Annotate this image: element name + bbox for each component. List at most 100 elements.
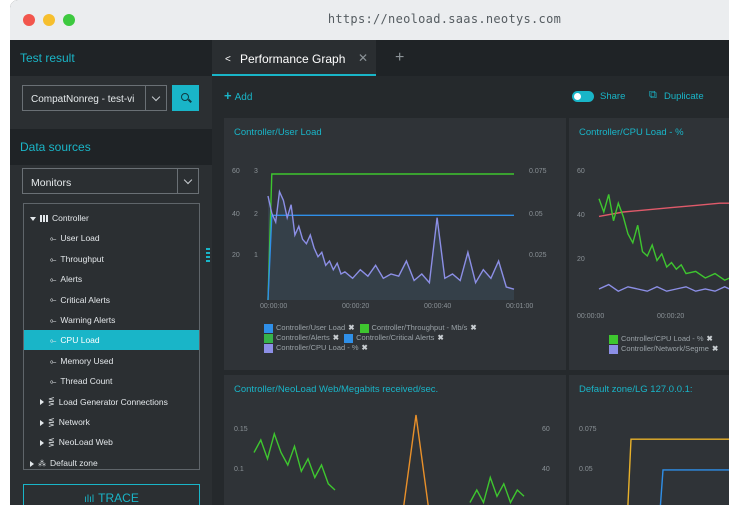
browser-titlebar: https://neoload.saas.neotys.com [10,0,729,40]
tree-item-label: Thread Count [60,376,113,387]
series-line [627,438,729,505]
tree-item-cpu-load[interactable]: ⟜ CPU Load [24,330,199,351]
counter-icon: ⟜ [50,315,57,325]
tab-performance-graph[interactable]: < Performance Graph ✕ [212,40,376,76]
test-result-value: CompatNonreg - test-vi [31,94,135,105]
series-line [659,469,729,505]
tree-item-label: Load Generator Connections [58,396,168,407]
grid-icon [40,215,48,223]
legend-swatch [609,334,618,344]
tree-item-label: User Load [60,233,100,244]
remove-series-icon[interactable]: ✖ [712,344,718,353]
share-toggle[interactable] [572,91,594,102]
tree-item-neoload-web[interactable]: ⋚ NeoLoad Web [24,432,199,452]
caret-down-icon[interactable] [30,216,36,221]
legend-swatch [344,333,354,343]
tree-item-alerts[interactable]: ⟜ Alerts [24,269,199,289]
legend-label: Controller/Alerts [276,333,330,342]
y-tick-label: 20 [232,252,240,259]
remove-series-icon[interactable]: ✖ [362,343,368,352]
y-tick-label: 40 [232,211,240,218]
tree-item-warning-alerts[interactable]: ⟜ Warning Alerts [24,310,199,330]
series-line [253,431,336,491]
trace-button[interactable]: ılıl TRACE [23,484,200,505]
legend-swatch [264,343,273,353]
caret-right-icon[interactable] [30,460,34,467]
remove-series-icon[interactable]: ✖ [437,333,443,342]
source-type-select[interactable]: Monitors [22,168,199,194]
y-tick-label: 0.15 [234,426,248,433]
tab-label: Performance Graph [240,52,346,66]
tab-bar: < Performance Graph ✕ + [212,40,729,76]
add-tab-button[interactable]: + [395,49,404,67]
address-bar[interactable]: https://neoload.saas.neotys.com [10,12,729,26]
legend-label: Controller/CPU Load - % [621,334,704,343]
tree-item-label: Default zone [50,457,98,468]
zone-icon: ⁂ [38,458,46,468]
remove-series-icon[interactable]: ✖ [333,333,339,342]
close-icon[interactable]: ✕ [358,51,368,65]
graph-panel-default-zone[interactable]: Default zone/LG 127.0.0.1: 0.075 0.05 [569,375,729,505]
remove-series-icon[interactable]: ✖ [470,323,476,332]
area-fill [268,191,514,300]
legend-label: Controller/Throughput - Mb/s [371,323,468,332]
legend-swatch [609,344,618,354]
sidebar-resize-handle[interactable] [206,248,210,264]
legend-row: Controller/Alerts ✖ Controller/Critical Al… [264,333,482,343]
legend-label: Controller/User Load [276,323,346,332]
monitor-icon: ⋚ [48,417,55,427]
graph-panel-neoload-web[interactable]: Controller/NeoLoad Web/Megabits received… [224,375,566,505]
caret-right-icon[interactable] [40,419,44,426]
tree-item-load-generator-connections[interactable]: ⋚ Load Generator Connections [24,392,199,412]
remove-series-icon[interactable]: ✖ [348,323,354,332]
graph-panel-cpu-load[interactable]: Controller/CPU Load - % 60 40 20 00:00:00 00… [569,118,729,370]
y2-tick-label: 0.025 [529,252,547,259]
cpu-load-chart: 60 40 20 00:00:00 00:00:20 [577,168,729,318]
tree-item-default-zone[interactable]: ⁂ Default zone [24,453,199,473]
add-button[interactable]: + Add [224,88,252,103]
tree-item-controller[interactable]: Controller [24,208,199,228]
default-zone-chart: 0.075 0.05 [579,426,729,505]
tree-item-network[interactable]: ⋚ Network [24,412,199,432]
bar-chart-icon: ılıl [84,494,95,505]
legend-swatch [264,333,273,343]
neoload-web-chart: 0.15 0.1 60 40 [234,414,550,505]
y-tick-label: 1 [254,252,258,259]
legend-row: Controller/CPU Load - % ✖ [609,334,723,344]
test-result-select[interactable]: CompatNonreg - test-vi [22,85,167,111]
y-tick-label: 40 [577,212,585,219]
tree-item-critical-alerts[interactable]: ⟜ Critical Alerts [24,290,199,310]
y-tick-label: 0.1 [234,466,244,473]
tree-item-user-load[interactable]: ⟜ User Load [24,228,199,248]
x-tick-label: 00:00:00 [577,313,604,318]
trace-label: TRACE [98,491,139,505]
y2-tick-label: 60 [542,426,550,433]
graph-panel-user-load[interactable]: Controller/User Load 60 40 20 3 2 1 0.075 0.05 0… [224,118,566,370]
tree-item-label: Throughput [60,253,104,264]
sidebar: Test result CompatNonreg - test-vi Data … [10,40,212,505]
chevron-down-icon [177,169,199,193]
duplicate-icon[interactable]: ⧉ [649,89,657,102]
tree-item-thread-count[interactable]: ⟜ Thread Count [24,371,199,391]
search-button[interactable] [172,85,199,111]
legend-label: Controller/CPU Load - % [276,343,359,352]
tree-item-throughput[interactable]: ⟜ Throughput [24,249,199,269]
y-tick-label: 60 [232,168,240,175]
caret-right-icon[interactable] [40,399,44,406]
graph-toolbar: + Add Share ⧉ Duplicate [212,76,729,116]
tree-item-label: Warning Alerts [60,315,116,325]
duplicate-button[interactable]: Duplicate [664,91,704,102]
main-area: < Performance Graph ✕ + + Add Share ⧉ Dup… [212,40,729,505]
monitor-icon: ⋚ [48,438,55,448]
caret-right-icon[interactable] [40,440,44,447]
remove-series-icon[interactable]: ✖ [707,334,713,343]
tree-item-memory-used[interactable]: ⟜ Memory Used [24,351,199,371]
y-tick-label: 0.05 [579,466,593,473]
tree-item-label: NeoLoad Web [58,437,113,448]
chevron-down-icon [145,86,167,110]
user-load-chart: 60 40 20 3 2 1 0.075 0.05 0.025 00:00:00 00:00:20 0… [232,168,547,310]
y-tick-label: 20 [577,256,585,263]
y2-tick-label: 0.075 [529,168,547,175]
counter-icon: ⟜ [50,336,57,346]
legend-label: Controller/Network/Segme [621,344,709,353]
